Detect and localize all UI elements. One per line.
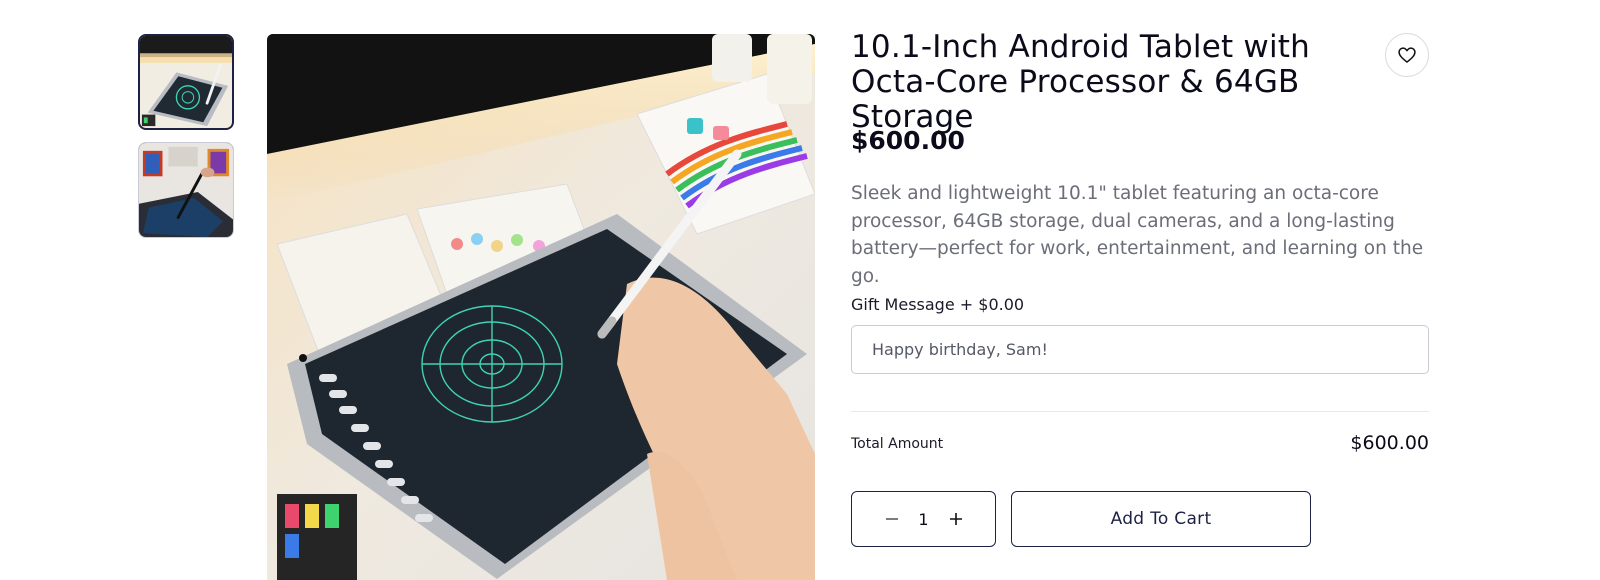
- minus-icon: [885, 518, 898, 520]
- add-to-cart-button[interactable]: Add To Cart: [1011, 491, 1311, 547]
- tablet-art-thumbnail: [139, 143, 233, 237]
- quantity-value[interactable]: 1: [907, 510, 941, 529]
- plus-icon: [949, 513, 962, 525]
- tablet-drawing-thumbnail: [140, 36, 232, 128]
- product-price: $600.00: [851, 126, 965, 155]
- gift-message-input[interactable]: [851, 325, 1429, 374]
- heart-icon: [1398, 47, 1416, 63]
- thumbnail-1[interactable]: [138, 34, 234, 130]
- tablet-drawing-photo: [267, 34, 815, 580]
- total-amount-label: Total Amount: [851, 436, 944, 452]
- decrease-quantity-button[interactable]: [877, 504, 907, 534]
- thumbnail-list: [138, 34, 234, 250]
- total-amount-value: $600.00: [1350, 432, 1429, 454]
- increase-quantity-button[interactable]: [941, 504, 971, 534]
- divider: [851, 411, 1429, 412]
- product-description: Sleek and lightweight 10.1" tablet featu…: [851, 183, 1424, 287]
- gift-message-label: Gift Message + $0.00: [851, 295, 1025, 314]
- quantity-stepper: 1: [851, 491, 996, 547]
- wishlist-button[interactable]: [1385, 33, 1429, 77]
- product-info: 10.1-Inch Android Tablet with Octa-Core …: [851, 29, 1429, 547]
- thumbnail-2[interactable]: [138, 142, 234, 238]
- main-product-image: [267, 34, 815, 580]
- product-title: 10.1-Inch Android Tablet with Octa-Core …: [851, 29, 1310, 135]
